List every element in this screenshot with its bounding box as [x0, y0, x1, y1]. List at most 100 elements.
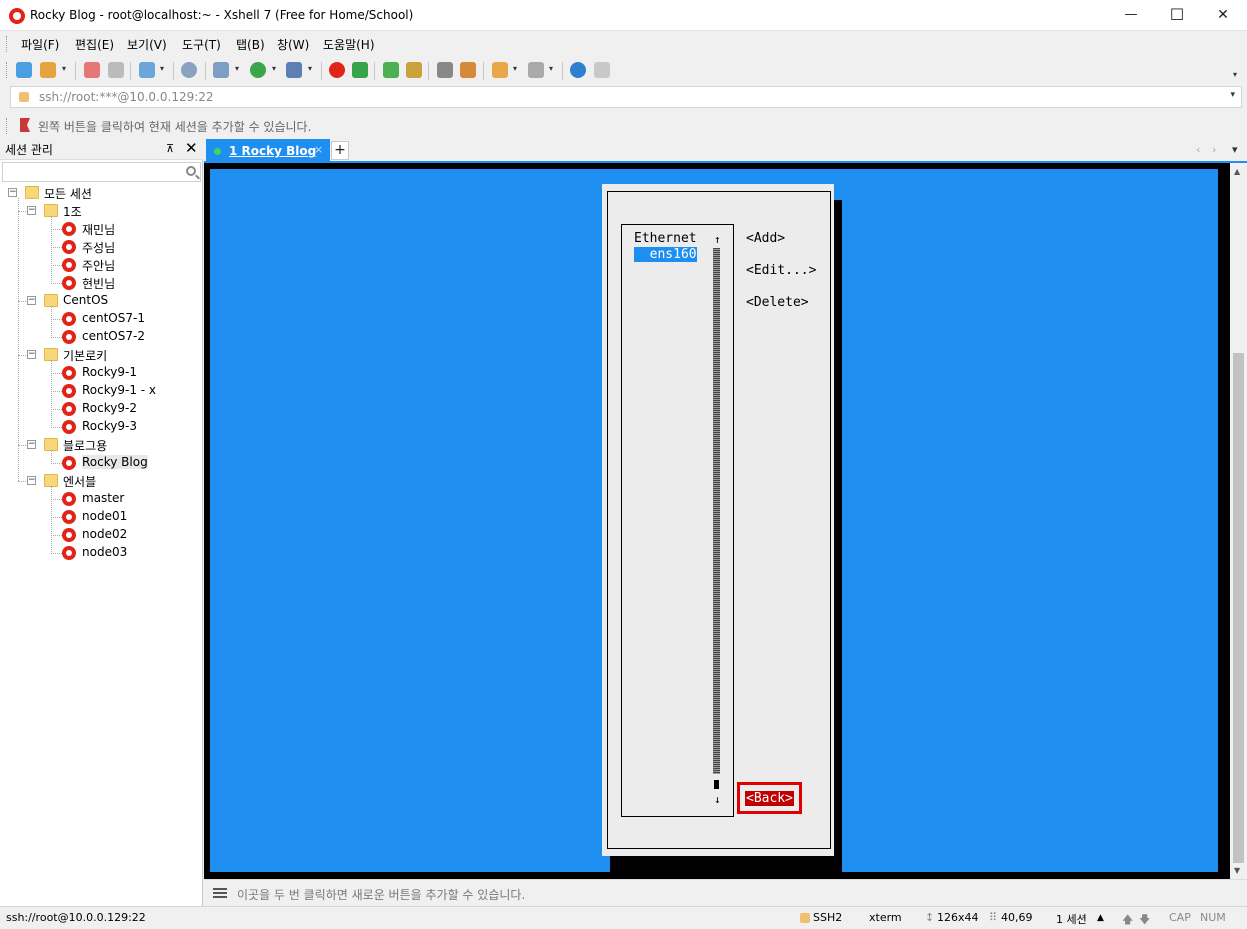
toolbar-overflow-icon[interactable]: ▾: [1233, 70, 1237, 79]
tree-root[interactable]: − 모든 세션: [0, 184, 200, 202]
new-session-icon[interactable]: [16, 62, 32, 78]
list-scroll-up-icon[interactable]: ↑: [714, 233, 721, 246]
reconnect-icon[interactable]: [108, 62, 124, 78]
menu-help[interactable]: 도움말(H): [323, 36, 375, 53]
font-icon[interactable]: [286, 62, 302, 78]
tree-folder-label[interactable]: 블로그용: [63, 437, 107, 454]
terminal-scrollbar[interactable]: ▲ ▼: [1230, 163, 1247, 879]
tree-session[interactable]: 재민님: [0, 220, 200, 238]
delete-button[interactable]: <Delete>: [746, 295, 809, 310]
hamburger-menu-icon[interactable]: [213, 888, 227, 898]
status-sessions[interactable]: 1 세션: [1056, 911, 1087, 927]
new-tab-group-icon[interactable]: [492, 62, 508, 78]
tab-next-icon[interactable]: ›: [1212, 143, 1216, 156]
tree-session-label[interactable]: Rocky9-1: [82, 365, 137, 379]
tree-session[interactable]: master: [0, 490, 200, 508]
tab-close-icon[interactable]: ×: [314, 143, 323, 156]
session-search-input[interactable]: [2, 162, 201, 182]
keyboard-icon[interactable]: [437, 62, 453, 78]
collapse-toggle-icon[interactable]: −: [27, 206, 36, 215]
menu-tools[interactable]: 도구(T): [182, 36, 221, 53]
tree-session[interactable]: node02: [0, 526, 200, 544]
tree-session-label[interactable]: node03: [82, 545, 127, 559]
tree-session-label[interactable]: 주안님: [82, 257, 115, 274]
open-folder-icon[interactable]: [40, 62, 56, 78]
menu-tab[interactable]: 탭(B): [236, 36, 265, 53]
tree-root-label[interactable]: 모든 세션: [44, 185, 92, 202]
tree-folder[interactable]: − CentOS: [0, 292, 200, 310]
disconnect-icon[interactable]: [84, 62, 100, 78]
collapse-toggle-icon[interactable]: −: [27, 350, 36, 359]
tree-session-label[interactable]: node02: [82, 527, 127, 541]
list-scroll-track[interactable]: [713, 248, 720, 774]
transfer-dropdown-icon[interactable]: ▾: [235, 64, 239, 73]
collapse-toggle-icon[interactable]: −: [8, 188, 17, 197]
tree-session-label[interactable]: 재민님: [82, 221, 115, 238]
lock-icon[interactable]: [406, 62, 422, 78]
scrollbar-thumb[interactable]: [1233, 353, 1244, 863]
tree-folder-label[interactable]: 1조: [63, 203, 82, 220]
tree-session-label[interactable]: Rocky Blog: [82, 455, 148, 469]
scroll-up-icon[interactable]: ▲: [1234, 167, 1240, 176]
sessions-dropdown-icon[interactable]: ▲: [1097, 913, 1104, 923]
search-icon[interactable]: [186, 166, 196, 176]
tree-session[interactable]: centOS7-1: [0, 310, 200, 328]
tree-session-label[interactable]: Rocky9-3: [82, 419, 137, 433]
transfer-icon[interactable]: [213, 62, 229, 78]
tree-session-label[interactable]: centOS7-1: [82, 311, 145, 325]
collapse-toggle-icon[interactable]: −: [27, 440, 36, 449]
tab-group-dropdown-icon[interactable]: ▾: [513, 64, 517, 73]
tree-session[interactable]: 현빈님: [0, 274, 200, 292]
menu-edit[interactable]: 편집(E): [75, 36, 114, 53]
session-down-icon[interactable]: 🡇: [1139, 911, 1150, 929]
tree-session[interactable]: 주안님: [0, 256, 200, 274]
add-tab-button[interactable]: +: [331, 141, 349, 160]
list-scroll-down-icon[interactable]: ↓: [714, 793, 721, 806]
xshell-icon[interactable]: [329, 62, 345, 78]
add-button[interactable]: <Add>: [746, 231, 785, 246]
edit-button[interactable]: <Edit...>: [746, 263, 816, 278]
tree-session[interactable]: Rocky9-1: [0, 364, 200, 382]
address-dropdown-icon[interactable]: ▾: [1230, 90, 1235, 100]
tree-session-label[interactable]: 주성님: [82, 239, 115, 256]
scroll-down-icon[interactable]: ▼: [1234, 866, 1240, 875]
tree-folder-label[interactable]: CentOS: [63, 293, 108, 307]
tree-session[interactable]: Rocky9-2: [0, 400, 200, 418]
connection-item-ens160[interactable]: ens160: [634, 247, 697, 262]
tree-session[interactable]: node03: [0, 544, 200, 562]
tree-folder[interactable]: − 블로그용: [0, 436, 200, 454]
tab-prev-icon[interactable]: ‹: [1196, 143, 1200, 156]
globe-dropdown-icon[interactable]: ▾: [272, 64, 276, 73]
menu-file[interactable]: 파일(F): [21, 36, 59, 53]
minimize-button[interactable]: —: [1108, 0, 1154, 31]
close-button[interactable]: ✕: [1200, 0, 1246, 31]
tree-session[interactable]: Rocky9-1 - x: [0, 382, 200, 400]
font-dropdown-icon[interactable]: ▾: [308, 64, 312, 73]
layout-icon[interactable]: [528, 62, 544, 78]
tree-session-label[interactable]: Rocky9-2: [82, 401, 137, 415]
tree-folder-label[interactable]: 엔서블: [63, 473, 96, 490]
close-panel-icon[interactable]: ✕: [185, 139, 198, 157]
tab-label[interactable]: 1 Rocky Blog: [229, 144, 316, 158]
pin-icon[interactable]: ⊼: [166, 142, 174, 155]
menu-window[interactable]: 창(W): [277, 36, 309, 53]
properties-icon[interactable]: [139, 62, 155, 78]
collapse-toggle-icon[interactable]: −: [27, 296, 36, 305]
tree-session[interactable]: 주성님: [0, 238, 200, 256]
tree-session-label[interactable]: 현빈님: [82, 275, 115, 292]
xftp-icon[interactable]: [352, 62, 368, 78]
quick-command-bar[interactable]: 이곳을 두 번 클릭하면 새로운 버튼을 추가할 수 있습니다.: [204, 879, 1247, 906]
maximize-button[interactable]: ☐: [1154, 0, 1200, 31]
tree-session[interactable]: Rocky Blog: [0, 454, 200, 472]
tree-session[interactable]: Rocky9-3: [0, 418, 200, 436]
layout-dropdown-icon[interactable]: ▾: [549, 64, 553, 73]
tree-folder-label[interactable]: 기본로키: [63, 347, 107, 364]
menu-view[interactable]: 보기(V): [127, 36, 167, 53]
session-up-icon[interactable]: 🡅: [1122, 911, 1133, 929]
find-icon[interactable]: [181, 62, 197, 78]
tree-session-label[interactable]: node01: [82, 509, 127, 523]
tab-menu-icon[interactable]: ▾: [1232, 143, 1238, 156]
address-input[interactable]: ssh://root:***@10.0.0.129:22: [39, 90, 214, 104]
tab-rocky-blog[interactable]: 1 Rocky Blog ×: [206, 139, 330, 163]
collapse-toggle-icon[interactable]: −: [27, 476, 36, 485]
